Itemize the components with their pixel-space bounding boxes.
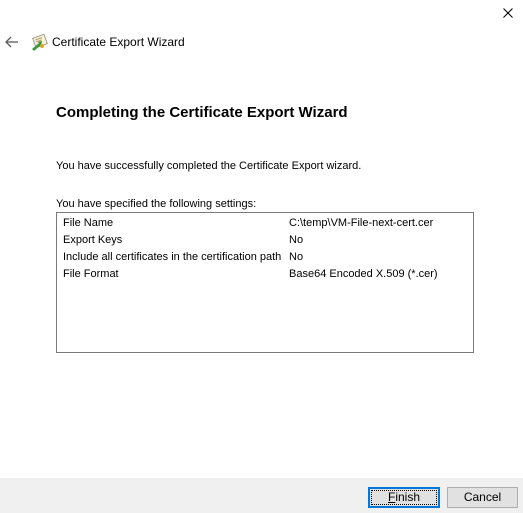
settings-list[interactable]: File Name C:\temp\VM-File-next-cert.cer …: [56, 212, 474, 353]
wizard-title: Certificate Export Wizard: [52, 35, 185, 49]
settings-row: Include all certificates in the certific…: [57, 249, 473, 266]
certificate-wizard-icon: [32, 33, 48, 51]
setting-name: Export Keys: [63, 234, 123, 246]
setting-value: Base64 Encoded X.509 (*.cer): [289, 268, 438, 280]
settings-row: File Format Base64 Encoded X.509 (*.cer): [57, 266, 473, 283]
page-title: Completing the Certificate Export Wizard: [56, 104, 348, 121]
setting-name: File Format: [63, 268, 119, 280]
settings-row: Export Keys No: [57, 232, 473, 249]
success-message: You have successfully completed the Cert…: [56, 160, 362, 172]
settings-row: File Name C:\temp\VM-File-next-cert.cer: [57, 215, 473, 232]
close-button[interactable]: [493, 0, 523, 26]
setting-value: No: [289, 234, 304, 246]
setting-name: File Name: [63, 217, 114, 229]
cancel-button[interactable]: Cancel: [447, 487, 518, 508]
setting-name: Include all certificates in the certific…: [63, 251, 282, 263]
close-icon: [503, 8, 513, 18]
setting-value: No: [289, 251, 304, 263]
back-button[interactable]: [2, 31, 22, 53]
finish-label: inish: [395, 490, 421, 504]
wizard-header: Certificate Export Wizard: [0, 31, 523, 53]
setting-value: C:\temp\VM-File-next-cert.cer: [289, 217, 434, 229]
back-arrow-icon: [5, 36, 18, 48]
finish-button[interactable]: Finish: [368, 487, 440, 508]
button-bar: Finish Cancel: [0, 478, 523, 513]
settings-caption: You have specified the following setting…: [56, 198, 257, 210]
